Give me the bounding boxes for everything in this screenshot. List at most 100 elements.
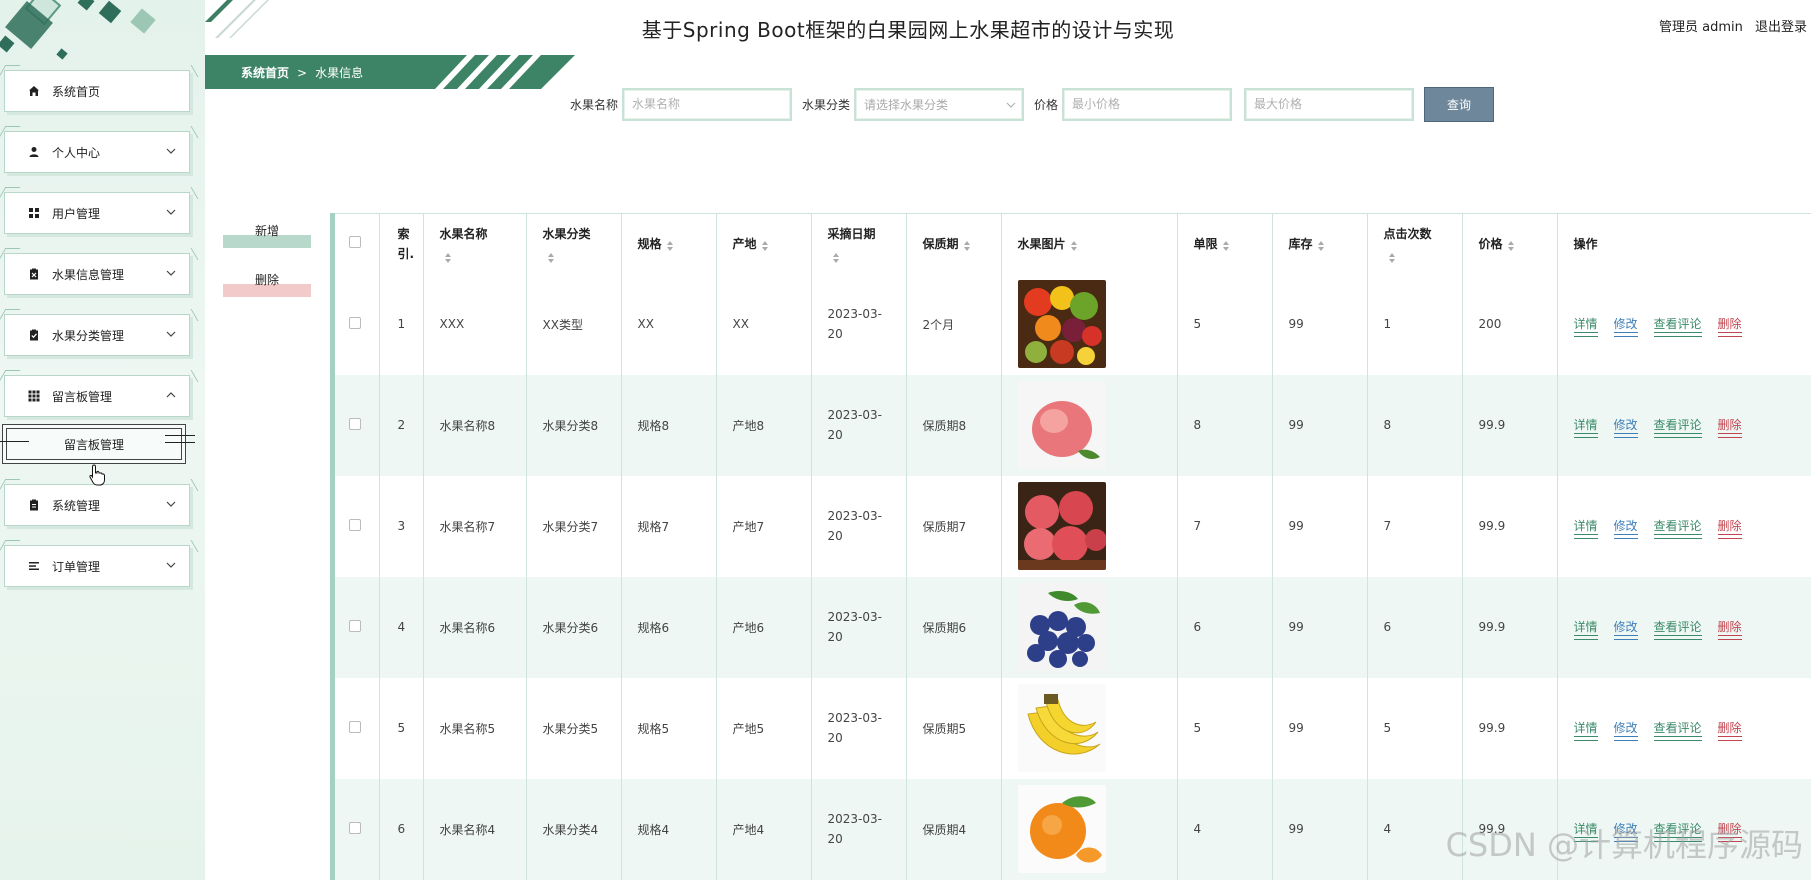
cell-spec: 规格5: [621, 677, 717, 779]
sort-icon: [1222, 240, 1230, 251]
cell-clicks: 8: [1367, 374, 1463, 476]
view-reviews-link[interactable]: 查看评论: [1653, 315, 1702, 337]
sort-icon: [547, 249, 555, 264]
max-price-field: [1244, 87, 1415, 121]
delete-button[interactable]: 删除: [223, 271, 311, 297]
column-header-date[interactable]: 采摘日期: [811, 213, 907, 274]
delete-link[interactable]: 删除: [1717, 315, 1742, 337]
row-checkbox[interactable]: [349, 316, 361, 329]
blueberries-image[interactable]: [1017, 583, 1106, 671]
row-checkbox-cell: [335, 374, 380, 476]
table-row: 1 XXX XX类型 XX XX 2023-03-20 2个月 5 99 1 2…: [335, 273, 1811, 375]
orange-image[interactable]: [1017, 785, 1106, 873]
detail-link[interactable]: 详情: [1573, 315, 1598, 337]
delete-link[interactable]: 删除: [1717, 517, 1742, 539]
price-label: 价格: [1034, 97, 1059, 112]
delete-link[interactable]: 删除: [1717, 719, 1742, 741]
fruit-name-input[interactable]: [632, 97, 783, 111]
fruit-category-label: 水果分类: [802, 97, 851, 112]
submenu-item-message-board[interactable]: 留言板管理: [0, 424, 195, 464]
detail-link[interactable]: 详情: [1573, 517, 1598, 539]
column-header-origin[interactable]: 产地: [716, 213, 812, 274]
home-icon: [27, 85, 40, 98]
cell-category: 水果分类4: [526, 778, 622, 880]
column-header-label: 水果分类: [542, 226, 591, 241]
row-checkbox[interactable]: [349, 619, 361, 632]
cell-limit: 7: [1177, 475, 1273, 577]
fruit-basket-image[interactable]: [1017, 280, 1106, 368]
cell-shelf-life: 保质期8: [906, 374, 1002, 476]
sidebar-item-fruit-category[interactable]: 水果分类管理: [4, 314, 190, 356]
column-header-category[interactable]: 水果分类: [526, 213, 622, 274]
column-header-stock[interactable]: 库存: [1272, 213, 1368, 274]
cell-price: 200: [1462, 273, 1558, 375]
row-checkbox-cell: [335, 475, 380, 577]
column-header-label: 库存: [1288, 237, 1313, 252]
view-reviews-link[interactable]: 查看评论: [1653, 719, 1702, 741]
column-header-limit[interactable]: 单限: [1177, 213, 1273, 274]
delete-link[interactable]: 删除: [1717, 416, 1742, 438]
chevron-up-icon: [165, 389, 177, 401]
cell-image: [1001, 576, 1178, 678]
column-header-label: 保质期: [922, 237, 959, 252]
logout-link[interactable]: 退出登录: [1755, 20, 1807, 35]
cell-limit: 5: [1177, 677, 1273, 779]
cell-limit: 6: [1177, 576, 1273, 678]
sidebar-item-orders[interactable]: 订单管理: [4, 545, 190, 587]
cell-index: 1: [379, 273, 424, 375]
column-header-price[interactable]: 价格: [1462, 213, 1558, 274]
sidebar-item-message-board[interactable]: 留言板管理: [4, 375, 190, 417]
cell-stock: 99: [1272, 677, 1368, 779]
sidebar-item-profile[interactable]: 个人中心: [4, 131, 190, 173]
view-reviews-link[interactable]: 查看评论: [1653, 517, 1702, 539]
column-header-image[interactable]: 水果图片: [1001, 213, 1178, 274]
breadcrumb-home[interactable]: 系统首页: [241, 66, 289, 80]
row-checkbox[interactable]: [349, 720, 361, 733]
fruit-table: 索引. 水果名称 水果分类 规格 产地 采摘日期 保质期 水果图片 单限 库存 …: [330, 213, 1811, 880]
detail-link[interactable]: 详情: [1573, 618, 1598, 640]
detail-link[interactable]: 详情: [1573, 416, 1598, 438]
fruit-category-select[interactable]: 请选择水果分类: [854, 87, 1025, 121]
cell-image: [1001, 273, 1178, 375]
edit-link[interactable]: 修改: [1613, 416, 1638, 438]
row-checkbox[interactable]: [349, 518, 361, 531]
row-checkbox[interactable]: [349, 821, 361, 834]
view-reviews-link[interactable]: 查看评论: [1653, 618, 1702, 640]
sidebar-item-system[interactable]: 系统管理: [4, 484, 190, 526]
cell-category: 水果分类6: [526, 576, 622, 678]
delete-link[interactable]: 删除: [1717, 618, 1742, 640]
cell-image: [1001, 374, 1178, 476]
cell-image: [1001, 677, 1178, 779]
add-button[interactable]: 新增: [223, 222, 311, 248]
sidebar-item-fruit-info[interactable]: 水果信息管理: [4, 253, 190, 295]
sidebar-item-home[interactable]: 系统首页: [4, 70, 190, 112]
edit-link[interactable]: 修改: [1613, 719, 1638, 741]
peach-image[interactable]: [1017, 381, 1106, 469]
column-header-index: 索引.: [379, 213, 424, 274]
edit-link[interactable]: 修改: [1613, 517, 1638, 539]
apples-image[interactable]: [1017, 482, 1106, 570]
cell-image: [1001, 475, 1178, 577]
detail-link[interactable]: 详情: [1573, 719, 1598, 741]
sidebar-item-label: 个人中心: [52, 145, 101, 160]
row-checkbox[interactable]: [349, 417, 361, 430]
cell-image: [1001, 778, 1178, 880]
edit-link[interactable]: 修改: [1613, 315, 1638, 337]
bananas-image[interactable]: [1017, 684, 1106, 772]
cell-origin: 产地8: [716, 374, 812, 476]
select-all-cell: [335, 213, 380, 274]
min-price-input[interactable]: [1072, 97, 1223, 111]
column-header-spec[interactable]: 规格: [621, 213, 717, 274]
edit-link[interactable]: 修改: [1613, 618, 1638, 640]
sidebar-item-users[interactable]: 用户管理: [4, 192, 190, 234]
column-header-clicks[interactable]: 点击次数: [1367, 213, 1463, 274]
max-price-input[interactable]: [1254, 97, 1405, 111]
column-header-shelf-life[interactable]: 保质期: [906, 213, 1002, 274]
row-checkbox-cell: [335, 677, 380, 779]
select-all-checkbox[interactable]: [349, 236, 361, 249]
query-button[interactable]: 查询: [1424, 86, 1495, 122]
cell-ops: 详情 修改 查看评论 删除: [1557, 678, 1811, 779]
user-area: 管理员 admin 退出登录: [1651, 16, 1807, 35]
view-reviews-link[interactable]: 查看评论: [1653, 416, 1702, 438]
column-header-name[interactable]: 水果名称: [423, 213, 527, 274]
